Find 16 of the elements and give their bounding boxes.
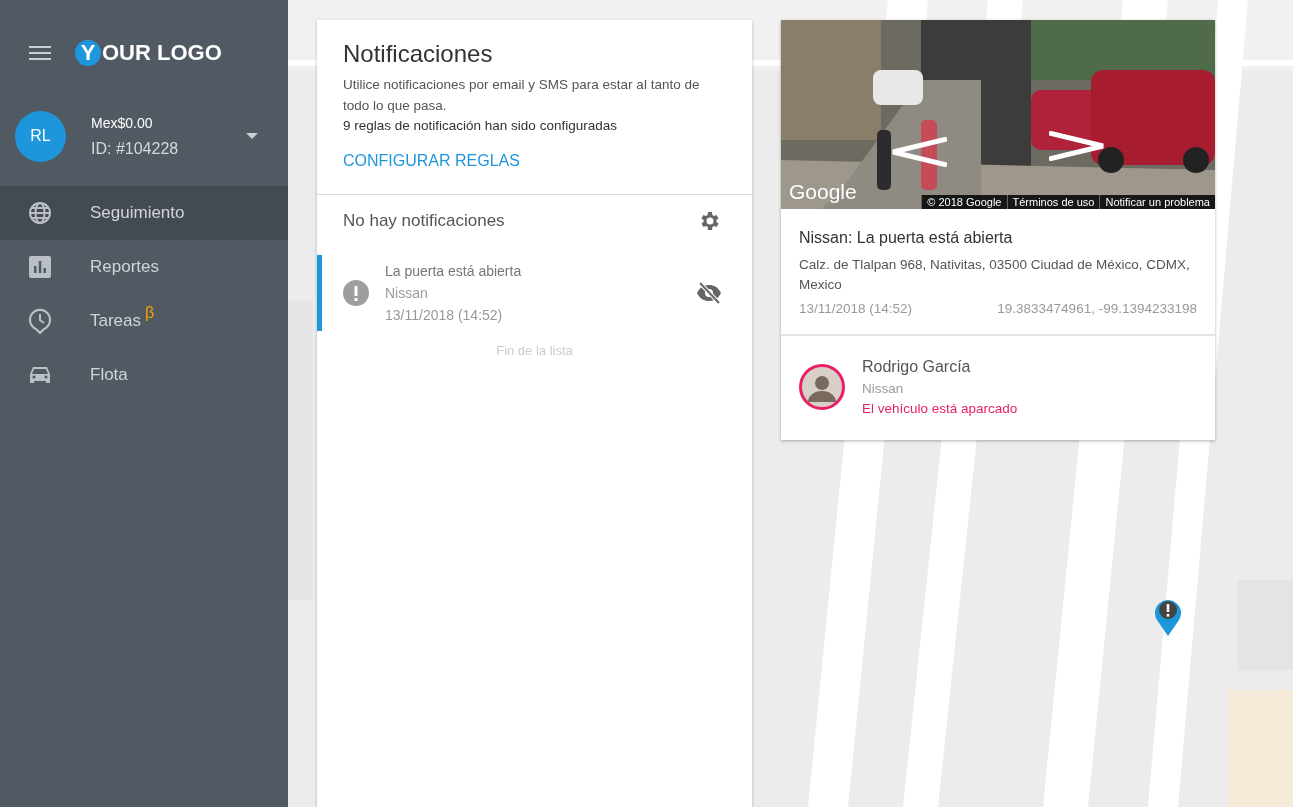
nav-item[interactable]: Reportes <box>0 240 288 294</box>
menu-icon[interactable] <box>29 45 51 61</box>
nav-item[interactable]: Flota <box>0 348 288 402</box>
bar-chart-icon <box>28 256 52 278</box>
logo-text: OUR LOGO <box>102 40 222 66</box>
account-avatar: RL <box>15 110 66 162</box>
account-balance: Mex$0.00 <box>91 114 154 131</box>
logo-badge: Y <box>75 40 101 66</box>
car-icon <box>28 365 52 385</box>
beta-label: β <box>145 304 155 322</box>
account-id: ID: #104228 <box>91 139 180 158</box>
nav-item[interactable]: Tareas β <box>0 294 288 348</box>
nav-item[interactable]: Seguimiento <box>0 186 288 240</box>
globe-icon <box>28 201 52 225</box>
clock-pin-icon <box>28 308 52 334</box>
caret-icon[interactable] <box>246 133 258 139</box>
